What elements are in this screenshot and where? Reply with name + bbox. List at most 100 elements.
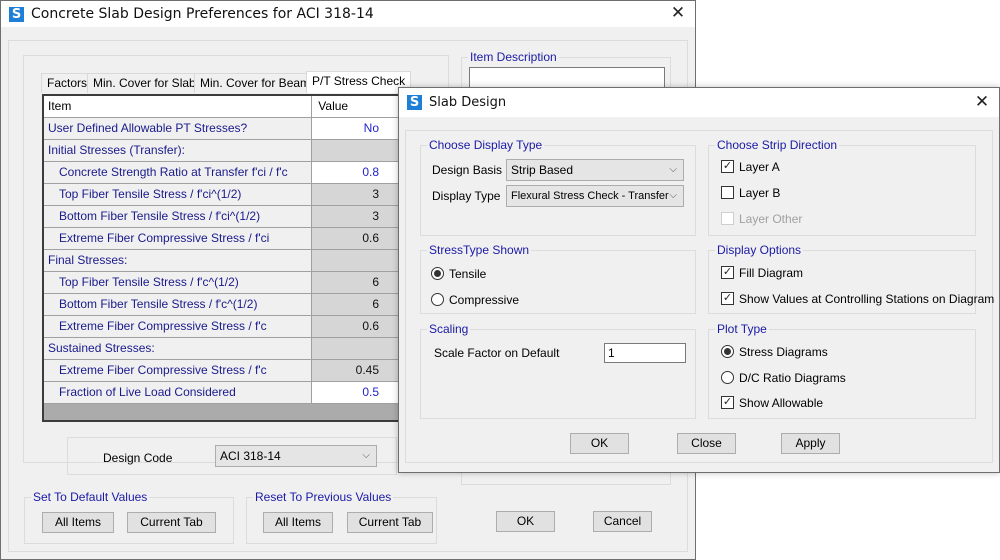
cancel-button[interactable]: Cancel (593, 511, 652, 532)
strip-direction-group-label: Choose Strip Direction (715, 138, 840, 152)
layer-a-checkbox[interactable]: ✓ (721, 160, 734, 173)
design-basis-select[interactable]: Strip Based ⌵ (506, 159, 684, 181)
table-row[interactable]: Extreme Fiber Compressive Stress / f'c 0.… (44, 359, 400, 382)
display-type-label: Display Type (432, 189, 501, 203)
design-basis-label: Design Basis (432, 163, 503, 177)
table-row[interactable]: Bottom Fiber Tensile Stress / f'ci^(1/2)… (44, 205, 400, 228)
grid-header-row: Item Value (44, 96, 400, 118)
table-row[interactable]: Top Fiber Tensile Stress / f'c^(1/2) 6 (44, 271, 400, 294)
row-item: Final Stresses: (44, 249, 313, 272)
check-icon: ✓ (722, 266, 733, 278)
radio-selected-dot (724, 348, 731, 355)
display-type-group-label: Choose Display Type (427, 138, 545, 152)
table-row[interactable]: Fraction of Live Load Considered 0.5 (44, 381, 400, 404)
slab-apply-button[interactable]: Apply (781, 433, 840, 454)
check-icon: ✓ (722, 292, 733, 304)
stress-diagrams-radio[interactable] (721, 345, 734, 358)
scale-factor-label: Scale Factor on Default (434, 346, 560, 360)
row-item: Initial Stresses (Transfer): (44, 139, 313, 162)
layer-other-label: Layer Other (739, 212, 803, 226)
display-type-value: Flexural Stress Check - Transfer (511, 190, 669, 202)
table-row[interactable]: Sustained Stresses: (44, 337, 400, 360)
design-code-value: ACI 318-14 (220, 449, 281, 463)
close-icon[interactable]: ✕ (971, 92, 993, 112)
row-item: Top Fiber Tensile Stress / f'ci^(1/2) (44, 183, 313, 206)
chevron-down-icon: ⌵ (669, 164, 677, 175)
slab-title: Slab Design (429, 95, 507, 110)
row-item: Concrete Strength Ratio at Transfer f'ci… (44, 161, 313, 184)
reset-previous-label: Reset To Previous Values (253, 490, 394, 504)
table-row[interactable]: User Defined Allowable PT Stresses? No (44, 117, 400, 140)
design-basis-value: Strip Based (511, 163, 574, 177)
layer-b-checkbox[interactable] (721, 186, 734, 199)
check-icon: ✓ (722, 396, 733, 408)
default-all-items-button[interactable]: All Items (42, 512, 114, 533)
tab-min-cover-beams[interactable]: Min. Cover for Beams (194, 73, 323, 93)
layer-a-label[interactable]: Layer A (739, 160, 780, 174)
tab-factors[interactable]: Factors (41, 73, 94, 93)
row-value: 6 (311, 293, 400, 316)
row-item: Bottom Fiber Tensile Stress / f'ci^(1/2) (44, 205, 313, 228)
pt-stress-grid: Item Value User Defined Allowable PT Str… (42, 94, 402, 422)
tab-pt-stress-check[interactable]: P/T Stress Check (306, 71, 412, 93)
dc-ratio-radio[interactable] (721, 371, 734, 384)
table-row[interactable]: Bottom Fiber Tensile Stress / f'c^(1/2) 6 (44, 293, 400, 316)
table-row[interactable]: Extreme Fiber Compressive Stress / f'c 0.… (44, 315, 400, 338)
table-row[interactable]: Initial Stresses (Transfer): (44, 139, 400, 162)
slab-titlebar: S Slab Design ✕ (399, 88, 999, 117)
header-item: Item (44, 96, 313, 118)
row-value (311, 249, 400, 272)
row-value: 3 (311, 183, 400, 206)
table-row[interactable]: Extreme Fiber Compressive Stress / f'ci 0… (44, 227, 400, 250)
reset-all-items-button[interactable]: All Items (263, 512, 333, 533)
row-item: Top Fiber Tensile Stress / f'c^(1/2) (44, 271, 313, 294)
table-row[interactable]: Concrete Strength Ratio at Transfer f'ci… (44, 161, 400, 184)
compressive-label[interactable]: Compressive (449, 293, 519, 307)
design-code-select[interactable]: ACI 318-14 ⌵ (215, 445, 377, 467)
row-value[interactable]: No (311, 117, 400, 140)
radio-selected-dot (434, 270, 441, 277)
scaling-group-label: Scaling (427, 322, 471, 336)
close-icon[interactable]: ✕ (667, 3, 689, 23)
app-icon: S (407, 95, 422, 110)
slab-ok-button[interactable]: OK (570, 433, 629, 454)
row-value: 3 (311, 205, 400, 228)
dc-ratio-label[interactable]: D/C Ratio Diagrams (739, 371, 846, 385)
row-item: Bottom Fiber Tensile Stress / f'c^(1/2) (44, 293, 313, 316)
header-value: Value (311, 96, 400, 118)
row-item: Sustained Stresses: (44, 337, 313, 360)
tab-min-cover-slabs[interactable]: Min. Cover for Slabs (87, 73, 208, 93)
row-value (311, 139, 400, 162)
compressive-radio[interactable] (431, 293, 444, 306)
row-item: User Defined Allowable PT Stresses? (44, 117, 313, 140)
fill-diagram-checkbox[interactable]: ✓ (721, 266, 734, 279)
scale-factor-input[interactable]: 1 (604, 343, 686, 363)
row-item: Extreme Fiber Compressive Stress / f'ci (44, 227, 313, 250)
row-value: 0.6 (311, 315, 400, 338)
default-current-tab-button[interactable]: Current Tab (127, 512, 216, 533)
chevron-down-icon: ⌵ (669, 190, 677, 201)
plot-type-group-label: Plot Type (715, 322, 769, 336)
slab-close-button[interactable]: Close (677, 433, 736, 454)
show-allowable-checkbox[interactable]: ✓ (721, 396, 734, 409)
stress-type-group-label: StressType Shown (427, 243, 532, 257)
check-icon: ✓ (722, 160, 733, 172)
display-type-select[interactable]: Flexural Stress Check - Transfer ⌵ (506, 185, 684, 207)
show-allowable-label[interactable]: Show Allowable (739, 396, 823, 410)
row-item: Extreme Fiber Compressive Stress / f'c (44, 359, 313, 382)
row-value[interactable]: 0.5 (311, 381, 400, 404)
fill-diagram-label[interactable]: Fill Diagram (739, 266, 803, 280)
stress-diagrams-label[interactable]: Stress Diagrams (739, 345, 828, 359)
layer-b-label[interactable]: Layer B (739, 186, 780, 200)
reset-current-tab-button[interactable]: Current Tab (347, 512, 433, 533)
tensile-label[interactable]: Tensile (449, 267, 486, 281)
show-values-checkbox[interactable]: ✓ (721, 292, 734, 305)
row-value[interactable]: 0.8 (311, 161, 400, 184)
row-item: Fraction of Live Load Considered (44, 381, 313, 404)
ok-button[interactable]: OK (496, 511, 555, 532)
row-item: Extreme Fiber Compressive Stress / f'c (44, 315, 313, 338)
table-row[interactable]: Final Stresses: (44, 249, 400, 272)
tensile-radio[interactable] (431, 267, 444, 280)
table-row[interactable]: Top Fiber Tensile Stress / f'ci^(1/2) 3 (44, 183, 400, 206)
show-values-label[interactable]: Show Values at Controlling Stations on D… (739, 292, 994, 306)
